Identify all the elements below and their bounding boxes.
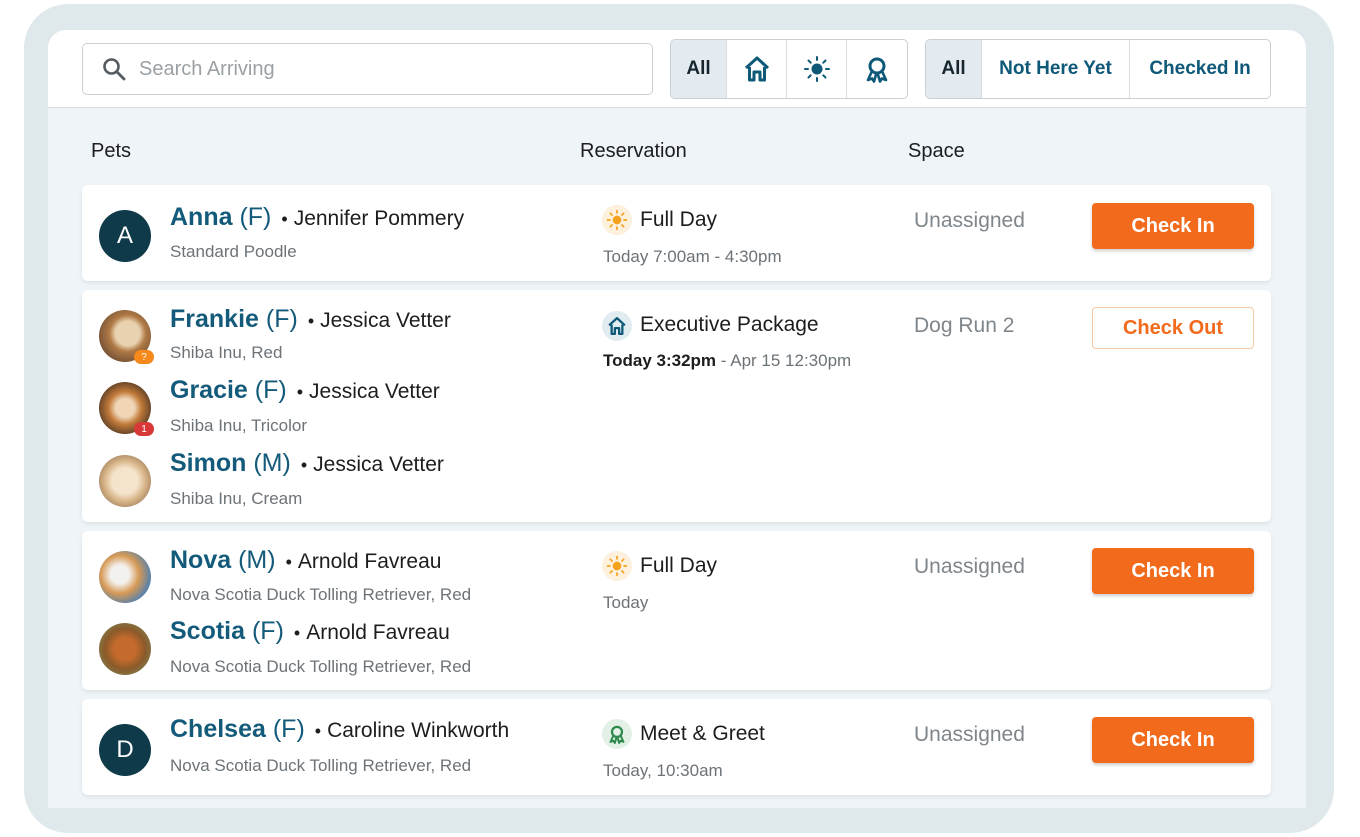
pet-name[interactable]: Simon <box>170 449 246 477</box>
separator-dot: • <box>314 721 322 741</box>
pet-name[interactable]: Anna <box>170 203 233 231</box>
arrivals-screen: All <box>48 30 1306 808</box>
sun-icon <box>602 551 632 581</box>
pet-name-line: Frankie (F) • Jessica Vetter <box>170 305 451 334</box>
owner-name[interactable]: Jennifer Pommery <box>294 207 464 230</box>
pet-name[interactable]: Chelsea <box>170 715 266 743</box>
status-filter-all[interactable]: All <box>926 40 982 98</box>
reservation-row[interactable]: D Chelsea (F) • Caroline Winkworth Nova Sc… <box>82 699 1271 795</box>
pet-name[interactable]: Gracie <box>170 376 248 404</box>
check-in-button[interactable]: Check In <box>1092 548 1254 594</box>
reservation-start: Today 3:32pm <box>603 351 717 370</box>
reservation-row[interactable]: Nova (M) • Arnold Favreau Nova Scotia Duck… <box>82 531 1271 690</box>
separator-dot: • <box>307 311 315 331</box>
column-header-reservation: Reservation <box>580 140 687 162</box>
toolbar: All <box>48 30 1306 108</box>
search-input[interactable] <box>139 57 619 81</box>
pet-breed: Standard Poodle <box>170 242 297 261</box>
house-icon <box>744 56 769 82</box>
avatar <box>99 623 151 675</box>
avatar: ? <box>99 310 154 364</box>
avatar <box>99 551 151 603</box>
reservation-time: Today 7:00am - 4:30pm <box>603 247 782 266</box>
pet-name-line: Scotia (F) • Arnold Favreau <box>170 617 450 646</box>
pet-name-line: Chelsea (F) • Caroline Winkworth <box>170 715 509 744</box>
reservation-title: Meet & Greet <box>640 722 765 745</box>
reservation-type-filter: All <box>670 39 908 99</box>
avatar: D <box>99 724 151 776</box>
pet-sex: (F) <box>265 305 298 333</box>
separator-dot: • <box>293 623 301 643</box>
space-assignment[interactable]: Unassigned <box>914 723 1025 747</box>
pet-sex: (M) <box>253 449 291 477</box>
house-icon <box>602 311 632 341</box>
separator-dot: • <box>285 552 292 572</box>
question-badge: ? <box>134 350 154 364</box>
status-filter-not-here-yet[interactable]: Not Here Yet <box>982 40 1130 98</box>
ribbon-icon <box>866 57 888 83</box>
pet-sex: (F) <box>251 617 284 645</box>
pet-breed: Shiba Inu, Red <box>170 343 283 362</box>
pet-name-line: Gracie (F) • Jessica Vetter <box>170 376 440 405</box>
ribbon-icon <box>602 719 632 749</box>
reservation-time: Today, 10:30am <box>603 761 723 780</box>
search-box[interactable] <box>82 43 653 95</box>
avatar <box>99 455 151 507</box>
avatar: 1 <box>99 382 154 436</box>
check-out-button[interactable]: Check Out <box>1092 307 1254 349</box>
reservation-time: Today 3:32pm - Apr 15 12:30pm <box>603 351 851 371</box>
pet-sex: (M) <box>238 546 276 574</box>
reservation-title: Full Day <box>640 554 718 577</box>
type-filter-boarding[interactable] <box>727 40 787 98</box>
avatar-letter: A <box>116 222 133 249</box>
pet-breed: Nova Scotia Duck Tolling Retriever, Red <box>170 585 472 604</box>
avatar-letter: D <box>116 736 134 763</box>
column-header-pets: Pets <box>91 140 132 162</box>
pet-breed: Nova Scotia Duck Tolling Retriever, Red <box>170 756 472 775</box>
column-header-space: Space <box>908 140 965 162</box>
reservation-title: Executive Package <box>640 313 819 336</box>
sun-icon <box>803 56 830 82</box>
pet-breed: Shiba Inu, Tricolor <box>170 416 308 435</box>
status-filter: All Not Here Yet Checked In <box>925 39 1271 99</box>
reservation-row[interactable]: A Anna (F) • Jennifer Pommery Standard Poo… <box>82 185 1271 281</box>
pet-breed: Shiba Inu, Cream <box>170 489 303 508</box>
reservation-row[interactable]: ? Frankie (F) • Jessica Vetter Shiba Inu, … <box>82 290 1271 522</box>
avatar: A <box>99 210 151 262</box>
space-assignment[interactable]: Unassigned <box>914 209 1025 233</box>
owner-name[interactable]: Jessica Vetter <box>309 380 440 403</box>
owner-name[interactable]: Arnold Favreau <box>298 550 442 573</box>
pet-sex: (F) <box>239 203 272 231</box>
reservation-time: Today <box>603 593 649 612</box>
separator-dot: • <box>296 382 304 402</box>
pet-name-line: Anna (F) • Jennifer Pommery <box>170 203 464 232</box>
pet-sex: (F) <box>254 376 287 404</box>
pet-name-line: Simon (M) • Jessica Vetter <box>170 449 444 478</box>
type-filter-daycare[interactable] <box>787 40 847 98</box>
space-assignment[interactable]: Dog Run 2 <box>914 314 1014 338</box>
sun-icon <box>602 205 632 235</box>
reservation-end: - Apr 15 12:30pm <box>716 351 852 370</box>
pet-name[interactable]: Scotia <box>170 617 245 645</box>
owner-name[interactable]: Arnold Favreau <box>306 621 450 644</box>
owner-name[interactable]: Jessica Vetter <box>320 309 451 332</box>
type-filter-all[interactable]: All <box>671 40 727 98</box>
search-icon <box>103 58 126 81</box>
pet-breed: Nova Scotia Duck Tolling Retriever, Red <box>170 657 472 676</box>
check-in-button[interactable]: Check In <box>1092 203 1254 249</box>
reservation-title: Full Day <box>640 208 718 231</box>
pet-name-line: Nova (M) • Arnold Favreau <box>170 546 441 575</box>
check-in-button[interactable]: Check In <box>1092 717 1254 763</box>
pet-sex: (F) <box>272 715 305 743</box>
type-filter-meet-greet[interactable] <box>847 40 907 98</box>
separator-dot: • <box>300 455 308 475</box>
space-assignment[interactable]: Unassigned <box>914 555 1025 579</box>
notification-badge: 1 <box>134 422 154 436</box>
owner-name[interactable]: Jessica Vetter <box>313 453 444 476</box>
separator-dot: • <box>281 209 288 229</box>
pet-name[interactable]: Nova <box>170 546 231 574</box>
pet-name[interactable]: Frankie <box>170 305 259 333</box>
owner-name[interactable]: Caroline Winkworth <box>327 719 509 742</box>
status-filter-checked-in[interactable]: Checked In <box>1130 40 1270 98</box>
